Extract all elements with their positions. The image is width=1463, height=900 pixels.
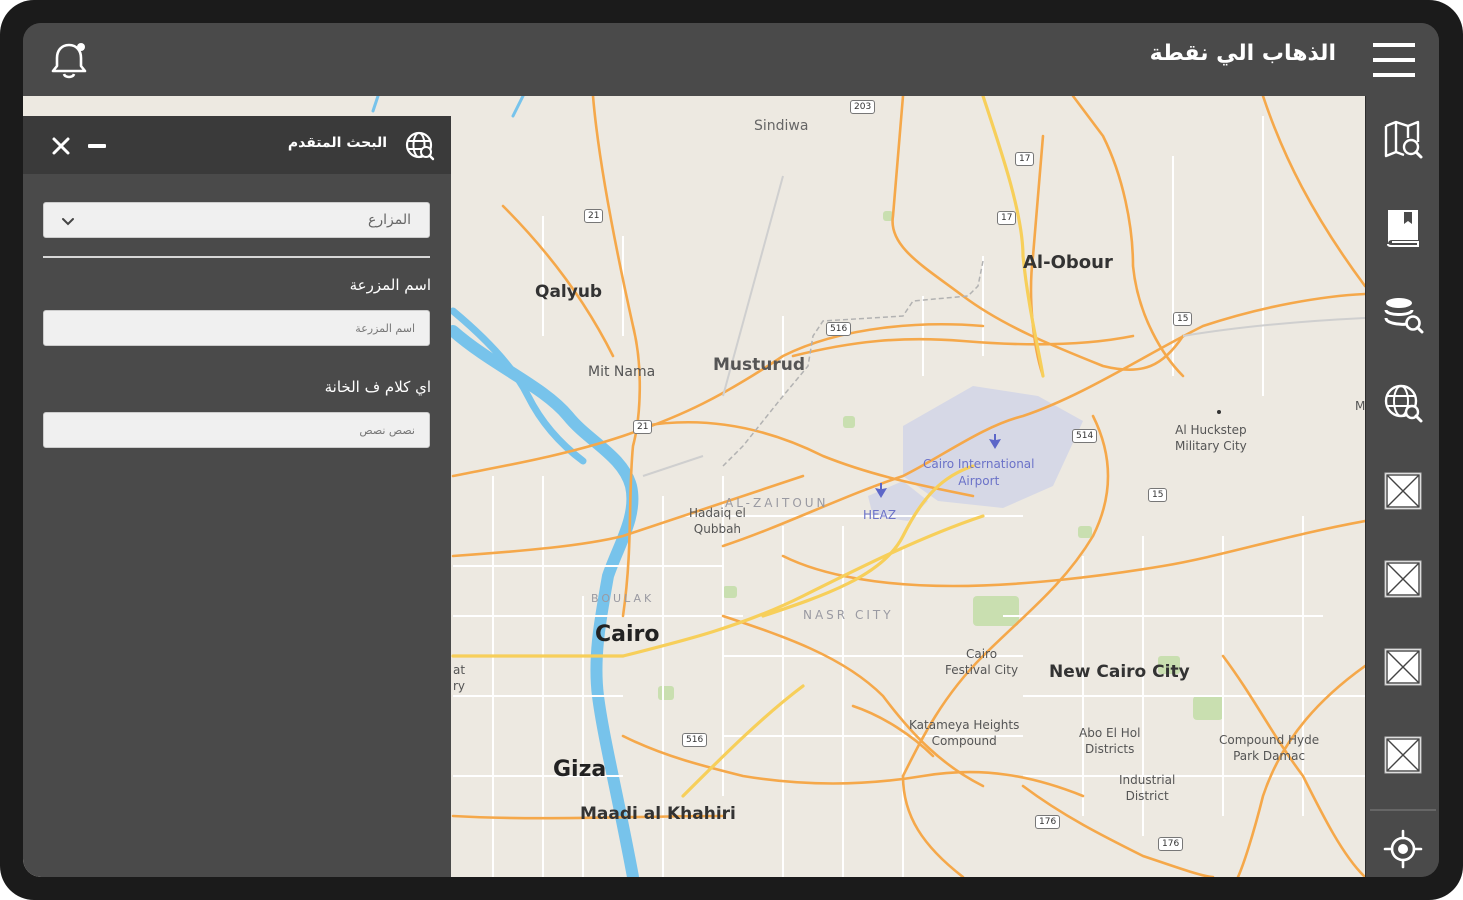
map-label-industrial-line1: Industrial bbox=[1119, 773, 1176, 787]
placeholder-icon[interactable] bbox=[1382, 734, 1424, 776]
chevron-down-icon bbox=[62, 218, 74, 226]
sidebar-divider bbox=[1370, 809, 1436, 811]
map-label-festival-line1: Cairo bbox=[965, 647, 998, 661]
advanced-search-panel: البحث المتقدم المزارع اسم المزرعة اي كلا… bbox=[23, 116, 451, 877]
map-label-al-huckstep-line1: Al Huckstep bbox=[1175, 423, 1247, 437]
map-label-hyde-park: Compound Hyde Park Damac bbox=[1219, 732, 1319, 764]
map-label-heaz: HEAZ bbox=[863, 508, 897, 522]
map-label-cairo: Cairo bbox=[595, 622, 660, 647]
page-title: الذهاب الي نقطة bbox=[1149, 41, 1336, 66]
route-shield-203: 203 bbox=[850, 100, 876, 114]
map-label-sindiwa: Sindiwa bbox=[754, 118, 809, 134]
map-search-icon[interactable] bbox=[1382, 118, 1424, 160]
map-label-musturud: Musturud bbox=[713, 355, 806, 375]
map-label-katameya: Katameya Heights Compound bbox=[909, 717, 1019, 749]
map-label-new-cairo: New Cairo City bbox=[1049, 662, 1190, 682]
route-shield-15a: 15 bbox=[1173, 312, 1193, 326]
map-label-mit-nama: Mit Nama bbox=[588, 364, 656, 380]
map-label-katameya-line1: Katameya Heights bbox=[909, 718, 1020, 732]
map-label-al-huckstep-line2: Military City bbox=[1175, 439, 1247, 453]
route-shield-514: 514 bbox=[1072, 429, 1098, 443]
route-shield-21a: 21 bbox=[584, 209, 604, 223]
route-shield-15b: 15 bbox=[1148, 488, 1168, 502]
route-shield-21b: 21 bbox=[633, 420, 653, 434]
bookmark-book-icon[interactable] bbox=[1382, 206, 1424, 248]
map-label-hyde-park-line1: Compound Hyde bbox=[1219, 733, 1320, 747]
map-label-al-obour: Al-Obour bbox=[1023, 252, 1113, 273]
globe-search-icon bbox=[405, 131, 435, 161]
placeholder-icon[interactable] bbox=[1382, 470, 1424, 512]
layers-search-icon[interactable] bbox=[1382, 294, 1424, 336]
menu-hamburger-icon[interactable] bbox=[1373, 41, 1415, 79]
placeholder-icon[interactable] bbox=[1382, 558, 1424, 600]
map-label-al-huckstep: Al Huckstep Military City bbox=[1175, 422, 1247, 454]
route-shield-176b: 176 bbox=[1158, 837, 1184, 851]
map-label-cairo-festival-city: Cairo Festival City bbox=[945, 646, 1018, 678]
route-shield-17a: 17 bbox=[1015, 152, 1035, 166]
map-label-nasr-city: NASR CITY bbox=[803, 608, 894, 622]
map-label-airport: Cairo International Airport bbox=[923, 456, 1034, 490]
route-shield-516b: 516 bbox=[682, 733, 708, 747]
category-select[interactable]: المزارع bbox=[43, 202, 430, 238]
minimize-icon[interactable] bbox=[85, 134, 109, 158]
top-app-bar: الذهاب الي نقطة bbox=[23, 23, 1439, 96]
map-label-festival-line2: Festival City bbox=[945, 663, 1019, 677]
map-label-qalyub: Qalyub bbox=[535, 282, 603, 302]
locate-crosshair-icon[interactable] bbox=[1382, 828, 1424, 870]
map-label-industrial-line2: District bbox=[1125, 789, 1169, 803]
device-frame: الذهاب الي نقطة Sindiwa Al-Obour Qalyub … bbox=[0, 0, 1463, 900]
panel-divider bbox=[43, 256, 430, 258]
notification-bell-icon[interactable] bbox=[47, 39, 91, 83]
route-shield-516a: 516 bbox=[826, 322, 852, 336]
app-screen: الذهاب الي نقطة Sindiwa Al-Obour Qalyub … bbox=[23, 23, 1439, 877]
map-label-hyde-park-line2: Park Damac bbox=[1233, 749, 1306, 763]
map-label-airport-line2: Airport bbox=[958, 474, 1000, 488]
map-label-maadi: Maadi al Khahiri bbox=[580, 804, 736, 824]
map-label-industrial: Industrial District bbox=[1119, 772, 1175, 804]
close-icon[interactable] bbox=[49, 134, 73, 158]
map-label-airport-line1: Cairo International bbox=[923, 457, 1035, 471]
map-label-katameya-line2: Compound bbox=[931, 734, 997, 748]
farm-name-input[interactable] bbox=[44, 311, 429, 345]
farm-name-label: اسم المزرعة bbox=[349, 276, 431, 294]
farm-name-field-box bbox=[43, 310, 430, 346]
map-label-abu-el-hol-line1: Abo El Hol bbox=[1079, 726, 1141, 740]
map-label-edge-left-2: ry bbox=[453, 679, 466, 693]
map-label-abu-el-hol-line2: Districts bbox=[1085, 742, 1135, 756]
map-label-abu-el-hol: Abo El Hol Districts bbox=[1079, 725, 1140, 757]
route-shield-17b: 17 bbox=[997, 211, 1017, 225]
globe-search-icon[interactable] bbox=[1382, 382, 1424, 424]
category-select-value: المزارع bbox=[368, 212, 411, 228]
tool-sidebar bbox=[1365, 96, 1439, 877]
map-label-hadaiq: Hadaiq el Qubbah bbox=[689, 505, 746, 537]
map-label-giza: Giza bbox=[553, 757, 607, 782]
map-label-edge-right: M bbox=[1355, 399, 1365, 413]
panel-title: البحث المتقدم bbox=[287, 135, 387, 151]
map-label-boulak: BOULAK bbox=[591, 592, 655, 605]
map-label-hadaiq-line2: Qubbah bbox=[693, 522, 742, 536]
free-text-input[interactable] bbox=[44, 413, 429, 447]
free-text-field-box bbox=[43, 412, 430, 448]
placeholder-icon[interactable] bbox=[1382, 646, 1424, 688]
free-text-label: اي كلام ف الخانة bbox=[324, 378, 431, 396]
map-label-edge-left-1: at bbox=[453, 663, 466, 677]
panel-header: البحث المتقدم bbox=[23, 116, 451, 174]
map-label-edge-left: at ry bbox=[453, 662, 465, 694]
route-shield-176a: 176 bbox=[1035, 815, 1061, 829]
map-label-hadaiq-line1: Hadaiq el bbox=[689, 506, 746, 520]
